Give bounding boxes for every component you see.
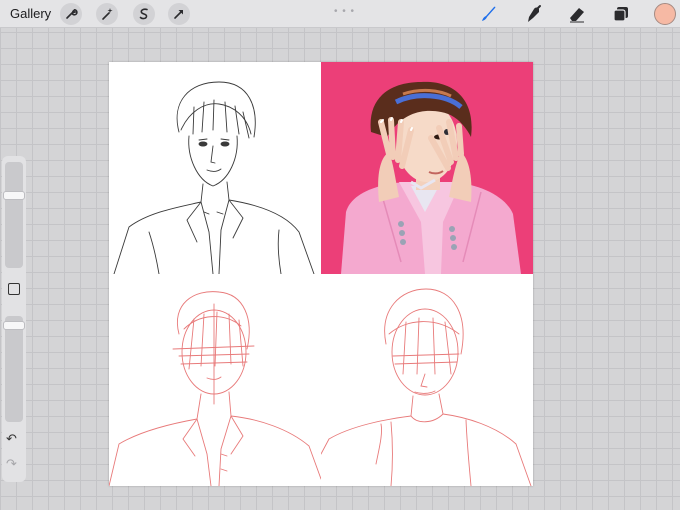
opacity-slider-thumb[interactable] [3,321,25,330]
magic-wand-icon[interactable] [96,3,118,25]
selection-icon[interactable] [133,3,155,25]
colored-illustration-panel [321,62,533,274]
redo-button[interactable]: ↷ [6,456,17,472]
wrench-icon[interactable] [60,3,82,25]
modify-button[interactable] [8,283,20,295]
eraser-icon[interactable] [566,3,588,25]
layers-icon[interactable] [610,3,632,25]
gallery-button[interactable]: Gallery [10,6,51,21]
red-sketch-panel-left [109,274,321,486]
side-bar: ↶ ↷ [2,156,26,482]
drag-handle[interactable]: • • • [334,6,355,17]
transform-arrow-icon[interactable] [168,3,190,25]
opacity-slider[interactable] [3,316,25,422]
brush-size-slider-thumb[interactable] [3,191,25,200]
drawing-canvas[interactable] [109,62,533,486]
undo-button[interactable]: ↶ [6,431,17,447]
smudge-icon[interactable] [522,3,544,25]
brush-icon[interactable] [477,3,499,25]
brush-size-slider[interactable] [3,162,25,268]
red-sketch-panel-right [321,274,533,486]
color-picker-swatch[interactable] [654,3,676,25]
black-lineart-panel [109,62,321,274]
top-toolbar: Gallery • • • [0,0,680,28]
